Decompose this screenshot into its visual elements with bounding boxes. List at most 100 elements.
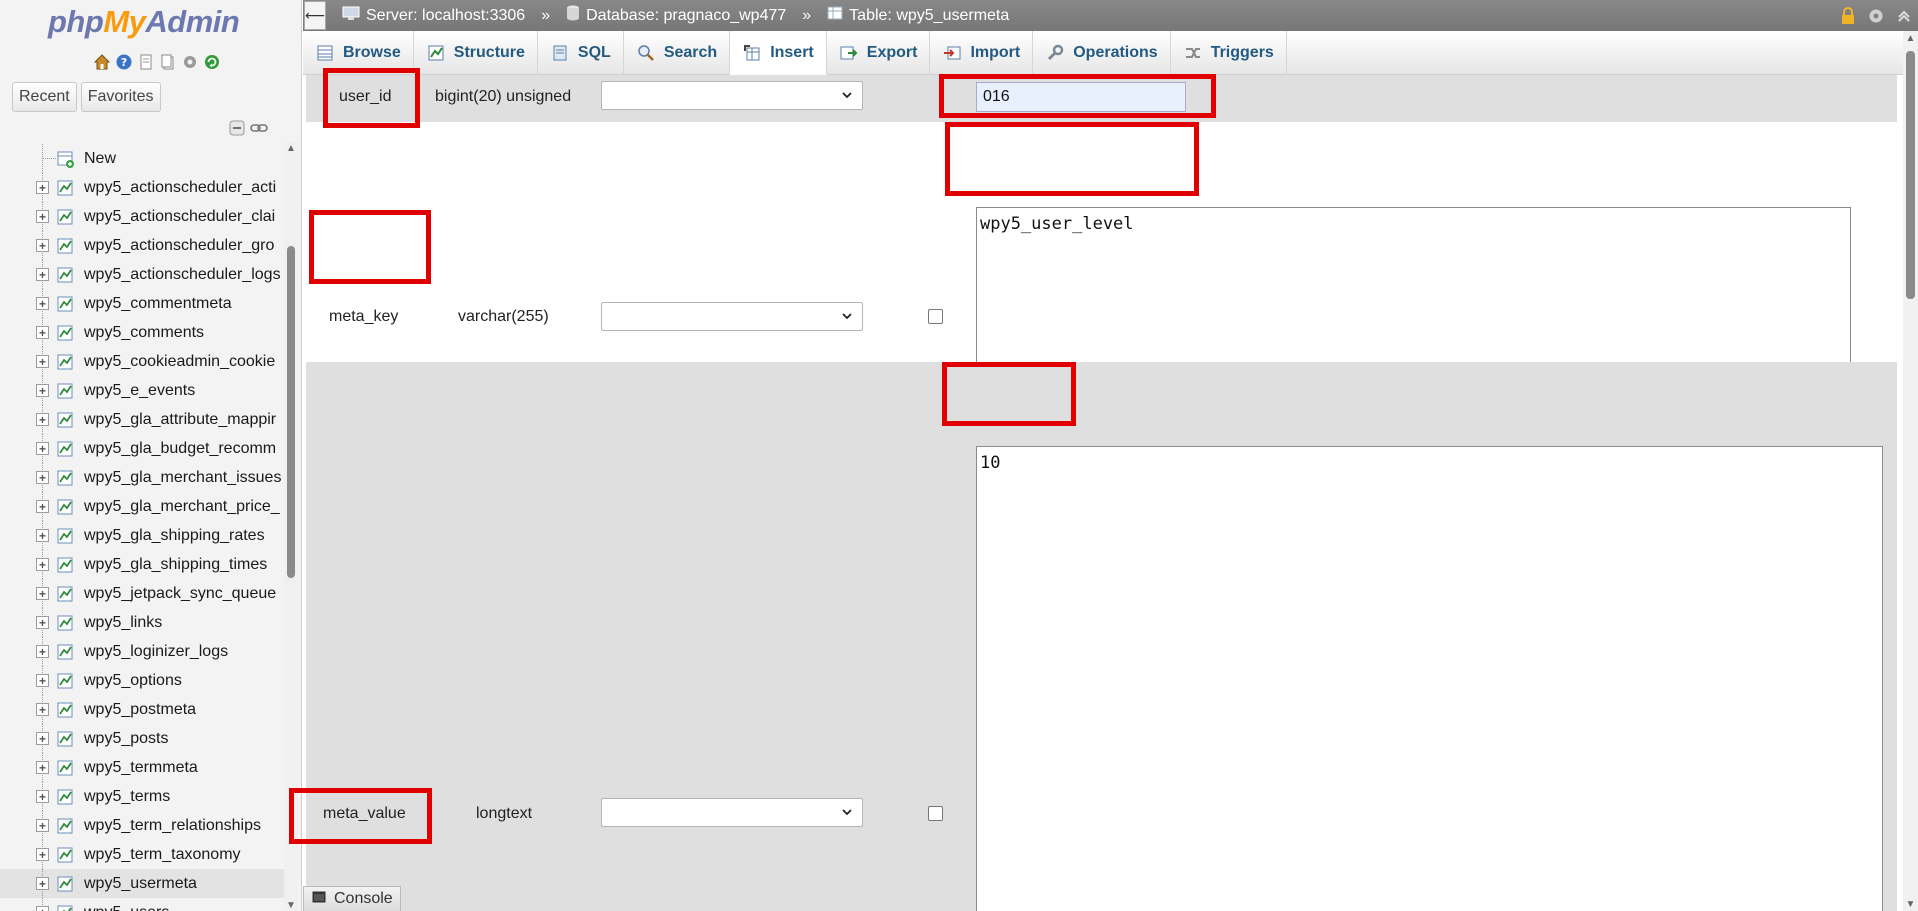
expand-icon[interactable]: + (36, 181, 49, 194)
chevron-down-icon (842, 313, 852, 320)
tree-item-table[interactable]: + wpy5_gla_budget_recomm (0, 434, 284, 463)
expand-icon[interactable]: + (36, 210, 49, 223)
tab-export[interactable]: Export (827, 31, 931, 75)
table-structure-icon (57, 209, 73, 224)
gear-icon[interactable] (1866, 6, 1886, 26)
tree-item-table[interactable]: + wpy5_gla_shipping_times (0, 550, 284, 579)
tree-item-table[interactable]: + wpy5_actionscheduler_logs (0, 260, 284, 289)
tree-item-table[interactable]: + wpy5_posts (0, 724, 284, 753)
main-scrollbar[interactable]: ▲ ▼ (1903, 31, 1918, 911)
tree-item-table[interactable]: + wpy5_links (0, 608, 284, 637)
breadcrumb-server[interactable]: Server: localhost:3306 (366, 7, 525, 25)
expand-icon[interactable]: + (36, 732, 49, 745)
expand-icon[interactable]: + (36, 645, 49, 658)
function-select-user-id[interactable] (601, 81, 863, 110)
expand-icon[interactable]: + (36, 355, 49, 368)
value-input-user-id[interactable] (976, 82, 1186, 112)
link-icon[interactable] (250, 119, 268, 137)
tree-item-table[interactable]: + wpy5_gla_merchant_price_ (0, 492, 284, 521)
favorites-button[interactable]: Favorites (80, 82, 161, 112)
breadcrumb-database[interactable]: Database: pragnaco_wp477 (586, 7, 786, 25)
expand-icon[interactable]: + (36, 703, 49, 716)
lock-icon[interactable] (1838, 6, 1858, 26)
expand-icon[interactable]: + (36, 848, 49, 861)
console-button[interactable]: Console (303, 886, 401, 911)
help-icon[interactable]: ? (114, 52, 134, 72)
null-checkbox-meta-key[interactable] (928, 309, 943, 324)
scroll-thumb[interactable] (1906, 51, 1915, 299)
scroll-up-arrow-icon[interactable]: ▲ (1903, 31, 1918, 45)
scroll-down-arrow-icon[interactable]: ▼ (1903, 897, 1918, 911)
tree-item-table[interactable]: + wpy5_terms (0, 782, 284, 811)
home-icon[interactable] (92, 52, 112, 72)
expand-icon[interactable]: + (36, 268, 49, 281)
collapse-all-icon[interactable] (228, 119, 246, 137)
tab-operations[interactable]: Operations (1033, 31, 1171, 75)
tree-item-new[interactable]: New (0, 144, 284, 173)
expand-icon[interactable]: + (36, 413, 49, 426)
settings-icon[interactable] (180, 52, 200, 72)
tree-item-table[interactable]: + wpy5_gla_shipping_rates (0, 521, 284, 550)
tab-sql[interactable]: SQL (538, 31, 624, 75)
copy-icon[interactable] (158, 52, 178, 72)
function-select-meta-key[interactable] (601, 302, 863, 331)
recent-button[interactable]: Recent (12, 82, 77, 112)
expand-icon[interactable]: + (36, 558, 49, 571)
expand-icon[interactable]: + (36, 297, 49, 310)
expand-icon[interactable]: + (36, 384, 49, 397)
tab-import[interactable]: Import (930, 31, 1034, 75)
expand-icon[interactable]: + (36, 500, 49, 513)
expand-icon[interactable]: + (36, 616, 49, 629)
expand-icon[interactable]: + (36, 790, 49, 803)
expand-icon[interactable]: + (36, 819, 49, 832)
tree-item-table[interactable]: + wpy5_term_taxonomy (0, 840, 284, 869)
tree-item-table[interactable]: + wpy5_gla_attribute_mappir (0, 405, 284, 434)
collapse-sidebar-button[interactable]: ⟵ (304, 1, 326, 30)
expand-icon[interactable]: + (36, 442, 49, 455)
tree-item-table[interactable]: + wpy5_options (0, 666, 284, 695)
expand-icon[interactable]: + (36, 906, 49, 911)
tree-item-table[interactable]: + wpy5_e_events (0, 376, 284, 405)
tree-item-table[interactable]: + wpy5_cookieadmin_cookie (0, 347, 284, 376)
tab-search[interactable]: Search (624, 31, 731, 75)
tree-item-table[interactable]: + wpy5_users (0, 898, 284, 911)
sidebar-scrollbar[interactable]: ▲ ▼ (284, 142, 298, 911)
expand-icon[interactable]: + (36, 877, 49, 890)
docs-icon[interactable] (136, 52, 156, 72)
value-textarea-meta-value[interactable]: 10 (976, 446, 1883, 911)
expand-icon[interactable]: + (36, 529, 49, 542)
tab-browse[interactable]: Browse (303, 31, 414, 75)
phpmyadmin-logo[interactable]: phpMyAdmin (48, 4, 240, 40)
expand-icon[interactable]: + (36, 761, 49, 774)
tab-insert[interactable]: Insert (730, 31, 827, 75)
breadcrumb-table[interactable]: Table: wpy5_usermeta (849, 7, 1009, 25)
tree-item-table[interactable]: + wpy5_term_relationships (0, 811, 284, 840)
tree-item-label: wpy5_usermeta (84, 874, 197, 892)
tree-item-table[interactable]: + wpy5_actionscheduler_gro (0, 231, 284, 260)
tab-structure[interactable]: Structure (414, 31, 538, 75)
tree-item-table[interactable]: + wpy5_comments (0, 318, 284, 347)
expand-icon[interactable]: + (36, 239, 49, 252)
tree-item-table[interactable]: + wpy5_termmeta (0, 753, 284, 782)
collapse-top-icon[interactable] (1894, 6, 1914, 26)
null-checkbox-meta-value[interactable] (928, 806, 943, 821)
reload-icon[interactable] (202, 52, 222, 72)
tab-triggers[interactable]: Triggers (1171, 31, 1287, 75)
scroll-down-arrow-icon[interactable]: ▼ (284, 899, 298, 911)
tree-item-table[interactable]: + wpy5_postmeta (0, 695, 284, 724)
scroll-thumb[interactable] (287, 246, 295, 578)
expand-icon[interactable]: + (36, 471, 49, 484)
table-structure-icon (57, 557, 73, 572)
tree-item-table[interactable]: + wpy5_loginizer_logs (0, 637, 284, 666)
function-select-meta-value[interactable] (601, 798, 863, 827)
expand-icon[interactable]: + (36, 326, 49, 339)
tree-item-table[interactable]: + wpy5_jetpack_sync_queue (0, 579, 284, 608)
expand-icon[interactable]: + (36, 674, 49, 687)
tree-item-table[interactable]: + wpy5_actionscheduler_acti (0, 173, 284, 202)
tree-item-table[interactable]: + wpy5_actionscheduler_clai (0, 202, 284, 231)
expand-icon[interactable]: + (36, 587, 49, 600)
scroll-up-arrow-icon[interactable]: ▲ (284, 142, 298, 154)
tree-item-table[interactable]: + wpy5_gla_merchant_issues (0, 463, 284, 492)
tree-item-table[interactable]: + wpy5_commentmeta (0, 289, 284, 318)
tree-item-table[interactable]: + wpy5_usermeta (0, 869, 284, 898)
